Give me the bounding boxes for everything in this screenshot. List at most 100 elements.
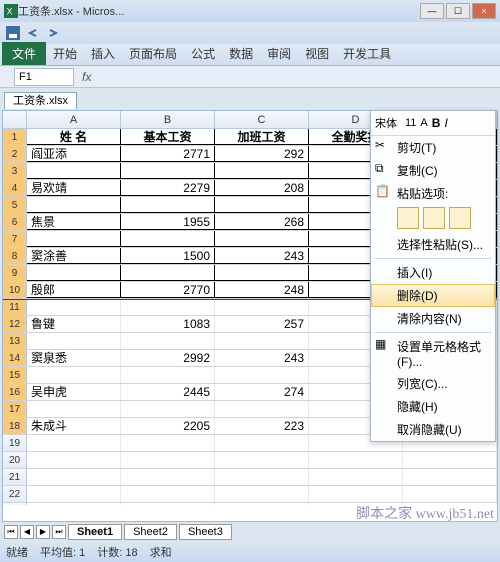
cell[interactable] — [27, 469, 121, 485]
row-header[interactable]: 21 — [3, 469, 27, 485]
cell[interactable] — [27, 503, 121, 505]
row-header[interactable]: 11 — [3, 299, 27, 315]
cell[interactable]: 殷郎 — [27, 282, 121, 298]
cell[interactable] — [309, 469, 403, 485]
cell[interactable]: 朱成斗 — [27, 418, 121, 434]
sheet-nav-next[interactable]: ▶ — [36, 525, 50, 539]
col-header-b[interactable]: B — [121, 111, 215, 128]
row-header[interactable]: 5 — [3, 197, 27, 213]
file-tab[interactable]: 文件 — [2, 42, 46, 65]
cell[interactable] — [309, 452, 403, 468]
cell[interactable]: 243 — [215, 248, 309, 264]
font-grow-icon[interactable]: A — [420, 117, 427, 129]
tab-view[interactable]: 视图 — [298, 42, 336, 65]
cell[interactable]: 2445 — [121, 384, 215, 400]
cell[interactable] — [121, 299, 215, 315]
cell[interactable]: 姓 名 — [27, 129, 121, 145]
cell[interactable]: 焦景 — [27, 214, 121, 230]
cell[interactable]: 208 — [215, 180, 309, 196]
cell[interactable]: 阎亚添 — [27, 146, 121, 162]
cell[interactable]: 1083 — [121, 316, 215, 332]
cell[interactable] — [121, 367, 215, 383]
col-header-a[interactable]: A — [27, 111, 121, 128]
cell[interactable]: 基本工资 — [121, 129, 215, 145]
row-header[interactable]: 6 — [3, 214, 27, 230]
sheet-nav-prev[interactable]: ◀ — [20, 525, 34, 539]
cell[interactable]: 易欢靖 — [27, 180, 121, 196]
cell[interactable] — [121, 452, 215, 468]
cell[interactable] — [121, 197, 215, 213]
cell[interactable] — [121, 401, 215, 417]
cell[interactable] — [121, 333, 215, 349]
cell[interactable]: 加班工资 — [215, 129, 309, 145]
tab-layout[interactable]: 页面布局 — [122, 42, 184, 65]
sheet-nav-first[interactable]: ⏮ — [4, 525, 18, 539]
row-header[interactable]: 16 — [3, 384, 27, 400]
tab-data[interactable]: 数据 — [222, 42, 260, 65]
cell[interactable] — [403, 469, 497, 485]
undo-icon[interactable] — [26, 26, 40, 40]
row-header[interactable]: 23 — [3, 503, 27, 505]
sheet-tab-2[interactable]: Sheet2 — [124, 524, 177, 540]
tab-insert[interactable]: 插入 — [84, 42, 122, 65]
cell[interactable]: 2770 — [121, 282, 215, 298]
select-all-corner[interactable] — [3, 111, 27, 128]
cell[interactable] — [215, 231, 309, 247]
paste-opt-2[interactable] — [423, 207, 445, 229]
paste-opt-3[interactable] — [449, 207, 471, 229]
cell[interactable] — [27, 197, 121, 213]
row-header[interactable]: 12 — [3, 316, 27, 332]
row-header[interactable]: 15 — [3, 367, 27, 383]
sheet-tab-1[interactable]: Sheet1 — [68, 524, 122, 540]
cell[interactable]: 吴申虎 — [27, 384, 121, 400]
cell[interactable] — [27, 401, 121, 417]
tab-formula[interactable]: 公式 — [184, 42, 222, 65]
menu-clear[interactable]: 清除内容(N) — [371, 307, 495, 330]
cell[interactable]: 鲁键 — [27, 316, 121, 332]
menu-copy[interactable]: ⧉复制(C) — [371, 159, 495, 182]
paste-opt-1[interactable] — [397, 207, 419, 229]
workbook-tab[interactable]: 工资条.xlsx — [4, 92, 77, 109]
menu-paste-special[interactable]: 选择性粘贴(S)... — [371, 233, 495, 256]
menu-delete[interactable]: 删除(D) — [371, 284, 495, 307]
row-header[interactable]: 20 — [3, 452, 27, 468]
cell[interactable] — [215, 265, 309, 281]
cell[interactable]: 窦泉悉 — [27, 350, 121, 366]
menu-col-width[interactable]: 列宽(C)... — [371, 372, 495, 395]
cell[interactable] — [215, 197, 309, 213]
row-header[interactable]: 2 — [3, 146, 27, 162]
maximize-button[interactable]: ☐ — [446, 3, 470, 19]
cell[interactable] — [27, 265, 121, 281]
cell[interactable]: 268 — [215, 214, 309, 230]
row-header[interactable]: 1 — [3, 129, 27, 145]
row-header[interactable]: 17 — [3, 401, 27, 417]
row-header[interactable]: 14 — [3, 350, 27, 366]
cell[interactable] — [27, 333, 121, 349]
cell[interactable]: 窦涂善 — [27, 248, 121, 264]
cell[interactable]: 2992 — [121, 350, 215, 366]
cell[interactable] — [121, 503, 215, 505]
cell[interactable] — [27, 486, 121, 502]
cell[interactable] — [121, 163, 215, 179]
cell[interactable]: 1955 — [121, 214, 215, 230]
cell[interactable]: 243 — [215, 350, 309, 366]
menu-insert[interactable]: 插入(I) — [371, 261, 495, 284]
row-header[interactable]: 22 — [3, 486, 27, 502]
redo-icon[interactable] — [46, 26, 60, 40]
bold-icon[interactable]: B — [432, 116, 441, 130]
tab-review[interactable]: 审阅 — [260, 42, 298, 65]
row-header[interactable]: 13 — [3, 333, 27, 349]
cell[interactable] — [27, 163, 121, 179]
cell[interactable] — [121, 231, 215, 247]
cell[interactable] — [403, 452, 497, 468]
cell[interactable] — [215, 401, 309, 417]
menu-cut[interactable]: ✂剪切(T) — [371, 136, 495, 159]
row-header[interactable]: 10 — [3, 282, 27, 298]
cell[interactable]: 274 — [215, 384, 309, 400]
sheet-tab-3[interactable]: Sheet3 — [179, 524, 232, 540]
row-header[interactable]: 9 — [3, 265, 27, 281]
cell[interactable]: 257 — [215, 316, 309, 332]
cell[interactable] — [215, 469, 309, 485]
cell[interactable] — [403, 486, 497, 502]
cell[interactable]: 2205 — [121, 418, 215, 434]
